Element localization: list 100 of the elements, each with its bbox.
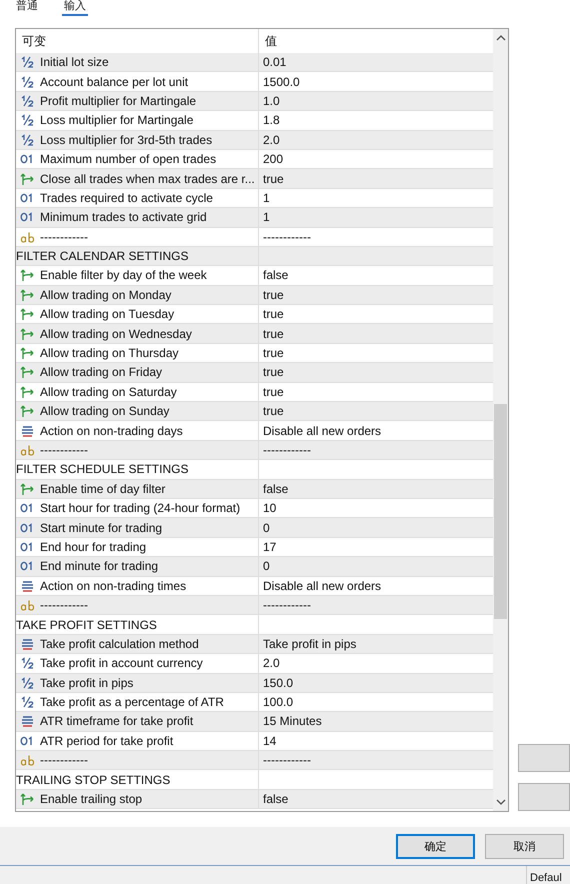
parameter-value[interactable]: true — [263, 172, 284, 186]
fraction-icon — [20, 134, 36, 146]
parameter-name: Take profit as a percentage of ATR — [40, 695, 224, 710]
parameter-name: Take profit in pips — [40, 676, 134, 690]
list-icon — [20, 424, 36, 437]
parameter-value[interactable]: false — [263, 792, 288, 806]
list-icon — [20, 638, 36, 650]
branch-arrow-icon — [20, 326, 36, 341]
text-type-icon — [20, 599, 36, 612]
dialog-button[interactable]: 取消 — [485, 834, 564, 860]
parameter-value[interactable]: 1500.0 — [263, 74, 300, 89]
parameter-name: Allow trading on Tuesday — [40, 307, 174, 322]
column-header[interactable]: 值 — [259, 29, 493, 53]
parameter-value[interactable]: 150.0 — [263, 676, 294, 690]
parameter-value[interactable]: ------------ — [263, 230, 311, 244]
parameter-name: Profit multiplier for Martingale — [40, 94, 196, 108]
parameter-name: Trades required to activate cycle — [40, 190, 213, 205]
parameter-value[interactable]: false — [263, 268, 288, 282]
parameter-value[interactable]: true — [263, 404, 284, 418]
parameter-name: Start minute for trading — [40, 520, 162, 535]
text-type-icon — [20, 754, 36, 766]
parameter-name: Action on non-trading times — [40, 578, 186, 593]
parameter-name: Enable time of day filter — [40, 482, 166, 496]
scroll-thumb[interactable] — [494, 404, 507, 618]
parameter-name: Loss multiplier for Martingale — [40, 113, 194, 128]
parameter-name: FILTER CALENDAR SETTINGS — [16, 249, 188, 264]
parameter-value[interactable]: 1.0 — [263, 94, 280, 108]
parameter-name: Take profit in account currency — [40, 656, 203, 670]
parameter-name: ------------ — [40, 443, 88, 457]
parameter-value[interactable]: true — [263, 384, 284, 399]
parameter-value[interactable]: ------------ — [263, 443, 311, 457]
parameter-value[interactable]: 200 — [263, 152, 284, 166]
parameter-value[interactable]: 10 — [263, 501, 276, 516]
parameter-name: Allow trading on Thursday — [40, 346, 179, 360]
fraction-icon — [20, 76, 36, 88]
parameter-name: ------------ — [40, 598, 88, 612]
parameter-value[interactable]: 1.8 — [263, 113, 280, 128]
branch-arrow-icon — [20, 172, 36, 186]
parameter-name: Loss multiplier for 3rd-5th trades — [40, 132, 212, 147]
fraction-icon — [20, 696, 36, 708]
parameter-value[interactable]: 0 — [263, 520, 270, 535]
parameter-value[interactable]: 17 — [263, 540, 276, 554]
parameter-name: Account balance per lot unit — [40, 74, 188, 89]
dialog-button[interactable]: 确定 — [396, 834, 475, 860]
parameter-value[interactable]: ------------ — [263, 598, 311, 612]
fraction-icon — [20, 657, 36, 670]
parameter-name: ------------ — [40, 753, 88, 768]
parameter-name: FILTER SCHEDULE SETTINGS — [16, 462, 188, 476]
branch-arrow-icon — [20, 404, 36, 418]
parameter-name: Allow trading on Sunday — [40, 404, 170, 418]
parameter-value[interactable]: 1 — [263, 210, 270, 224]
parameter-name: Close all trades when max trades are r... — [40, 172, 255, 186]
parameter-name: TRAILING STOP SETTINGS — [16, 772, 170, 787]
parameter-value[interactable]: 0.01 — [263, 55, 286, 70]
parameter-name: Action on non-trading days — [40, 424, 183, 438]
parameter-value[interactable]: 15 Minutes — [263, 714, 322, 728]
parameter-value[interactable]: ------------ — [263, 753, 311, 768]
scrollbar[interactable] — [493, 29, 508, 811]
parameter-name: TAKE PROFIT SETTINGS — [16, 618, 157, 632]
parameter-value[interactable]: true — [263, 346, 284, 360]
parameter-name: Allow trading on Monday — [40, 288, 172, 302]
parameter-name: End hour for trading — [40, 540, 146, 554]
parameter-name: Allow trading on Friday — [40, 365, 162, 380]
side-button[interactable] — [518, 744, 570, 772]
parameter-name: ------------ — [40, 230, 88, 244]
parameter-value[interactable]: true — [263, 326, 284, 341]
branch-arrow-icon — [20, 288, 36, 302]
parameter-value[interactable]: true — [263, 307, 284, 322]
parameter-name: Start hour for trading (24-hour format) — [40, 501, 240, 516]
parameter-value[interactable]: Disable all new orders — [263, 424, 382, 438]
text-type-icon — [20, 230, 36, 243]
parameter-name: Initial lot size — [40, 55, 109, 70]
parameter-value[interactable]: 14 — [263, 734, 276, 748]
scroll-up-icon[interactable] — [496, 34, 506, 42]
parameter-name: Enable trailing stop — [40, 792, 142, 806]
fraction-icon — [20, 676, 36, 689]
fraction-icon — [20, 114, 36, 126]
parameter-value[interactable]: 2.0 — [263, 656, 280, 670]
list-icon — [20, 580, 36, 592]
parameter-value[interactable]: 2.0 — [263, 132, 280, 147]
text-type-icon — [20, 444, 36, 456]
branch-arrow-icon — [20, 482, 36, 496]
parameter-value[interactable]: false — [263, 482, 288, 496]
parameter-value[interactable]: 1 — [263, 190, 270, 205]
parameter-value[interactable]: 100.0 — [263, 695, 294, 710]
parameter-value[interactable]: Take profit in pips — [263, 636, 356, 651]
status-text: Defaul — [526, 866, 570, 884]
parameter-value[interactable]: Disable all new orders — [263, 578, 382, 593]
parameter-name: End minute for trading — [40, 559, 158, 574]
tab[interactable]: 输入 — [62, 0, 88, 16]
branch-arrow-icon — [20, 268, 36, 282]
parameter-name: ATR timeframe for take profit — [40, 714, 194, 728]
branch-arrow-icon — [20, 384, 36, 399]
fraction-icon — [20, 94, 36, 107]
parameter-value[interactable]: true — [263, 288, 284, 302]
parameter-value[interactable]: 0 — [263, 559, 270, 574]
side-button[interactable] — [518, 783, 570, 811]
scroll-down-icon[interactable] — [496, 798, 506, 806]
branch-arrow-icon — [20, 792, 36, 806]
parameter-value[interactable]: true — [263, 365, 284, 380]
